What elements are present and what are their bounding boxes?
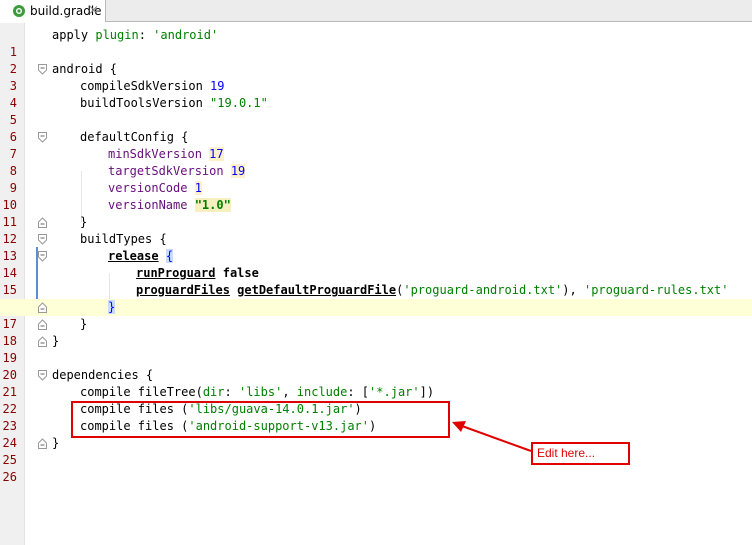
annotation-callout: Edit here... <box>531 442 630 465</box>
arrow-icon <box>452 421 532 452</box>
